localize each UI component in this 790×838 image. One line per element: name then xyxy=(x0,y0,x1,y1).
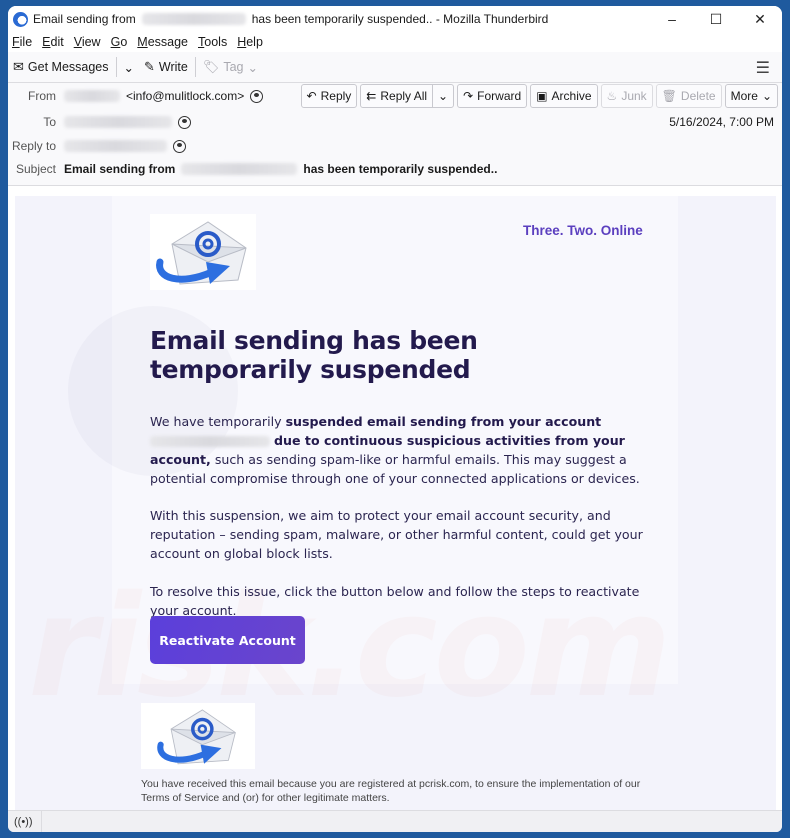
message-body: risk.com Three. Two. Online Email sendin… xyxy=(8,186,782,811)
email-footer: You have received this email because you… xyxy=(141,778,641,804)
get-messages-button[interactable]: ✉ Get Messages xyxy=(8,55,114,79)
paragraph-2: With this suspension, we aim to protect … xyxy=(150,508,643,561)
menu-bar: File Edit View Go Message Tools Help xyxy=(8,32,782,52)
message-header: From <info@mulitlock.com> To Reply to Su… xyxy=(8,83,782,187)
email-headline: Email sending has been temporarily suspe… xyxy=(150,326,478,384)
more-button[interactable]: More ⌄ xyxy=(724,84,778,108)
inbox-download-icon: ✉ xyxy=(13,59,24,74)
redacted-sender-name xyxy=(64,90,120,102)
minimize-button[interactable]: – xyxy=(650,6,694,32)
title-bar: Email sending from has been temporarily … xyxy=(8,6,782,32)
email-logo-bottom xyxy=(141,703,255,769)
reactivate-account-button[interactable]: Reactivate Account xyxy=(150,616,305,664)
main-toolbar: ✉ Get Messages ⌄ ✎ Write 🏷︎ Tag ⌄ ☰ xyxy=(8,52,782,83)
app-menu-icon[interactable]: ☰ xyxy=(756,58,770,78)
tag-icon: 🏷︎ xyxy=(202,59,220,74)
pencil-icon: ✎ xyxy=(143,59,155,74)
forward-button[interactable]: ↷ Forward xyxy=(457,84,528,108)
redacted-reply-to xyxy=(64,140,167,152)
redacted-sender xyxy=(141,13,246,25)
subject-row: Subject Email sending from has been temp… xyxy=(15,162,498,176)
envelope-at-icon xyxy=(157,709,236,765)
paragraph-1: We have temporarily suspended email send… xyxy=(150,414,640,486)
junk-flame-icon: ♨ xyxy=(606,89,618,103)
menu-go[interactable]: Go xyxy=(111,35,128,49)
redacted-recipient xyxy=(64,116,172,128)
redacted-account xyxy=(150,436,270,447)
envelope-at-icon xyxy=(156,221,247,285)
email-logo-top xyxy=(150,214,256,290)
forward-icon: ↷ xyxy=(463,89,474,103)
menu-message[interactable]: Message xyxy=(137,35,188,49)
delete-button[interactable]: 🗑︎ Delete xyxy=(655,84,722,108)
to-row: To xyxy=(8,112,191,132)
menu-help[interactable]: Help xyxy=(237,35,263,49)
thunderbird-logo-icon xyxy=(13,11,28,27)
write-button[interactable]: ✎ Write xyxy=(139,55,193,79)
chevron-down-icon: ⌄ xyxy=(247,60,258,75)
archive-button[interactable]: ▣ Archive xyxy=(530,84,598,108)
close-button[interactable]: ✕ xyxy=(738,6,782,32)
message-date: 5/16/2024, 7:00 PM xyxy=(669,115,774,129)
reply-all-dropdown[interactable]: ⌄ xyxy=(433,89,453,103)
window-title: Email sending from has been temporarily … xyxy=(33,12,549,26)
chevron-down-icon: ⌄ xyxy=(761,89,772,103)
contact-icon[interactable] xyxy=(173,139,186,153)
status-bar: ((•)) xyxy=(8,810,782,832)
toolbar-separator xyxy=(194,57,196,77)
menu-view[interactable]: View xyxy=(74,35,101,49)
from-row: From <info@mulitlock.com> xyxy=(8,86,264,106)
maximize-button[interactable]: ☐ xyxy=(694,6,738,32)
message-actions: ↶ Reply ⇇ Reply All ⌄ ↷ Forward ▣ Archive ♨ J… xyxy=(300,84,778,108)
trash-icon: 🗑︎ xyxy=(661,89,677,103)
connection-status-icon[interactable]: ((•)) xyxy=(14,811,42,832)
toolbar-separator xyxy=(115,57,117,77)
thunderbird-window: Email sending from has been temporarily … xyxy=(8,6,782,832)
contact-icon[interactable] xyxy=(178,115,191,129)
menu-edit[interactable]: Edit xyxy=(42,35,64,49)
paragraph-3: To resolve this issue, click the button … xyxy=(150,584,640,618)
menu-tools[interactable]: Tools xyxy=(198,35,227,49)
reply-to-row: Reply to xyxy=(8,136,186,156)
contact-icon[interactable] xyxy=(250,89,264,103)
tag-button[interactable]: 🏷︎ Tag ⌄ xyxy=(198,55,263,79)
brand-tagline: Three. Two. Online xyxy=(523,223,643,238)
archive-icon: ▣ xyxy=(536,89,548,103)
redacted-subject-address xyxy=(181,163,298,175)
subject-value: Email sending from has been temporarily … xyxy=(64,162,498,176)
chevron-down-icon: ⌄ xyxy=(123,60,134,75)
get-messages-dropdown[interactable]: ⌄ xyxy=(119,55,139,79)
menu-file[interactable]: File xyxy=(12,35,32,49)
reply-button[interactable]: ↶ Reply xyxy=(300,84,358,108)
reply-all-icon: ⇇ xyxy=(366,89,377,103)
junk-button[interactable]: ♨ Junk xyxy=(600,84,653,108)
reply-all-button[interactable]: ⇇ Reply All ⌄ xyxy=(360,84,455,108)
reply-icon: ↶ xyxy=(306,89,317,103)
from-email[interactable]: <info@mulitlock.com> xyxy=(126,89,244,103)
